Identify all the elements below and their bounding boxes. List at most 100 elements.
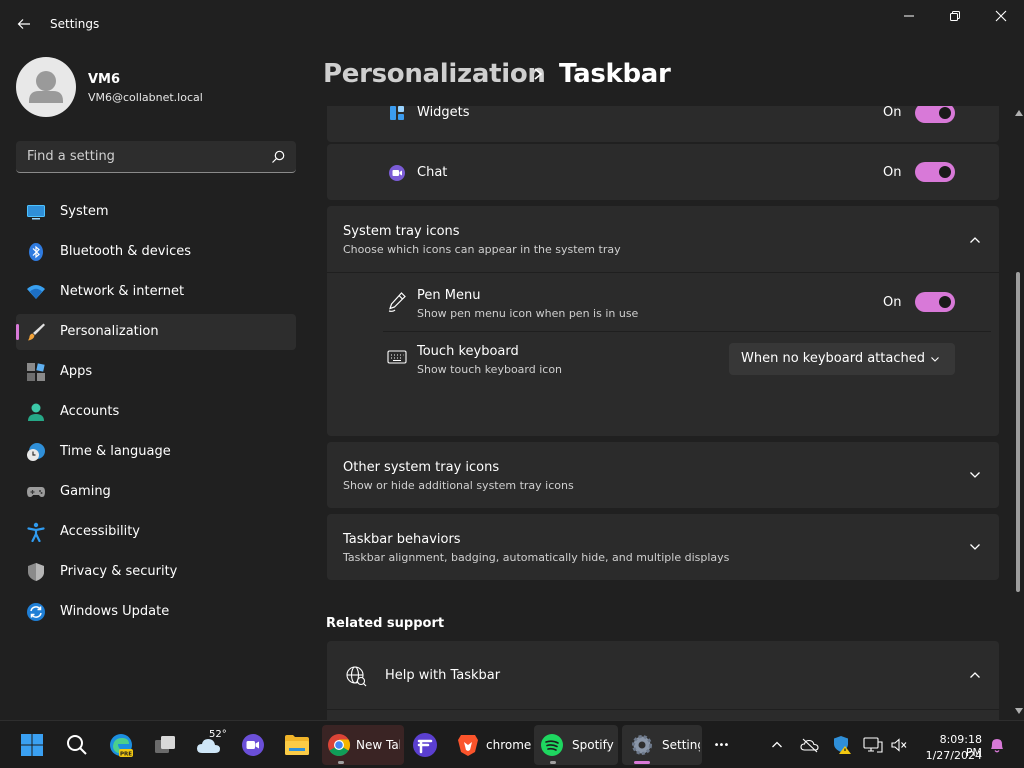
search-icon[interactable] xyxy=(270,149,286,165)
system-tray-header[interactable]: System tray icons Choose which icons can… xyxy=(327,206,999,272)
taskbar-clock[interactable]: 8:09:18 PM 1/27/2024 xyxy=(918,725,984,765)
sidebar-item-label: Windows Update xyxy=(60,604,170,619)
running-indicator xyxy=(634,761,650,764)
edge-icon: PRE xyxy=(110,734,133,758)
chat-taskbar-button[interactable] xyxy=(238,730,268,760)
restore-button[interactable] xyxy=(932,4,978,28)
taskbar-app-label: Spotify xyxy=(572,738,614,752)
touch-keyboard-dropdown[interactable]: When no keyboard attached xyxy=(729,343,955,375)
file-explorer-button[interactable] xyxy=(282,730,312,760)
chat-toggle[interactable] xyxy=(915,162,955,182)
task-view-button[interactable] xyxy=(150,730,180,760)
scroll-up-arrow-icon[interactable] xyxy=(1015,110,1023,116)
widgets-toggle[interactable] xyxy=(915,106,955,123)
taskbar-app-f-launcher[interactable] xyxy=(410,730,440,760)
app-title: Settings xyxy=(50,17,100,31)
tray-onedrive[interactable] xyxy=(795,730,825,760)
chrome-icon xyxy=(328,734,350,756)
touch-keyboard-subtitle: Show touch keyboard icon xyxy=(417,363,563,376)
chevron-down-icon xyxy=(931,357,939,362)
teams-chat-icon xyxy=(242,734,264,756)
taskbar-app-label: Settings xyxy=(662,738,700,752)
sidebar-item-bluetooth[interactable]: Bluetooth & devices xyxy=(16,234,296,270)
taskbar-search-button[interactable] xyxy=(62,730,92,760)
spotify-icon xyxy=(541,734,563,756)
taskbar-app-chrome[interactable]: chrome xyxy=(452,725,534,765)
tray-security[interactable] xyxy=(827,730,857,760)
start-button[interactable] xyxy=(17,730,47,760)
shield-warning-icon xyxy=(834,736,851,754)
edge-preview-button[interactable]: PRE xyxy=(106,730,136,760)
more-dots-icon: ••• xyxy=(713,739,730,751)
sidebar-item-network[interactable]: Network & internet xyxy=(16,274,296,310)
taskbar-overflow-button[interactable]: ••• xyxy=(706,730,736,760)
other-tray-subtitle: Show or hide additional system tray icon… xyxy=(343,479,574,492)
help-with-taskbar-section: Help with Taskbar xyxy=(327,641,999,720)
sidebar-item-accessibility[interactable]: Accessibility xyxy=(16,514,296,550)
svg-text:PRE: PRE xyxy=(120,752,132,758)
pen-menu-toggle[interactable] xyxy=(915,292,955,312)
sidebar-item-windows-update[interactable]: Windows Update xyxy=(16,594,296,630)
accessibility-icon xyxy=(27,522,45,542)
restore-icon xyxy=(950,11,960,21)
gamepad-icon xyxy=(27,487,45,497)
sidebar-item-label: Gaming xyxy=(60,484,111,499)
sidebar-item-label: Bluetooth & devices xyxy=(60,244,191,259)
pen-menu-subtitle: Show pen menu icon when pen is in use xyxy=(417,307,639,320)
page-title: Taskbar xyxy=(559,59,671,89)
sidebar-item-accounts[interactable]: Accounts xyxy=(16,394,296,430)
sidebar-item-gaming[interactable]: Gaming xyxy=(16,474,296,510)
widgets-label: Widgets xyxy=(417,106,470,120)
brush-icon xyxy=(28,323,45,341)
avatar[interactable] xyxy=(16,57,76,117)
sidebar-item-label: Network & internet xyxy=(60,284,185,299)
sidebar-item-time-language[interactable]: Time & language xyxy=(16,434,296,470)
system-tray-title: System tray icons xyxy=(343,224,460,239)
taskbar-app-label: New Tab xyxy=(356,738,400,752)
content-scrollbar[interactable] xyxy=(1012,106,1024,720)
taskbar-app-spotify[interactable]: Spotify xyxy=(534,725,618,765)
related-support-heading: Related support xyxy=(326,616,445,631)
back-button[interactable] xyxy=(12,12,36,36)
clock-globe-icon xyxy=(27,443,45,461)
other-tray-section[interactable]: Other system tray icons Show or hide add… xyxy=(327,442,999,508)
sidebar-item-personalization[interactable]: Personalization xyxy=(16,314,296,350)
scroll-thumb[interactable] xyxy=(1016,272,1020,592)
taskbar-app-settings[interactable]: Settings xyxy=(622,725,702,765)
scroll-down-arrow-icon[interactable] xyxy=(1015,708,1023,714)
clock-date: 1/27/2024 xyxy=(925,749,982,762)
notification-bell-button[interactable] xyxy=(982,730,1012,760)
sidebar-item-apps[interactable]: Apps xyxy=(16,354,296,390)
sidebar-item-label: Time & language xyxy=(60,444,171,459)
widgets-state: On xyxy=(883,106,902,120)
behaviors-title: Taskbar behaviors xyxy=(343,532,461,547)
breadcrumb-parent[interactable]: Personalization xyxy=(323,59,546,89)
touch-keyboard-title: Touch keyboard xyxy=(417,344,519,359)
chevron-right-icon xyxy=(534,68,543,80)
windows-taskbar: PRE 52° New Tab chrome xyxy=(0,720,1024,768)
speaker-muted-icon xyxy=(891,738,907,752)
tray-show-hidden-button[interactable] xyxy=(762,730,792,760)
back-arrow-icon xyxy=(17,19,30,29)
chat-icon xyxy=(389,165,405,181)
help-title: Help with Taskbar xyxy=(385,668,501,683)
taskbar-app-new-tab[interactable]: New Tab xyxy=(322,725,404,765)
help-header[interactable]: Help with Taskbar xyxy=(327,641,999,709)
taskbar-behaviors-section[interactable]: Taskbar behaviors Taskbar alignment, bad… xyxy=(327,514,999,580)
tray-volume[interactable] xyxy=(884,730,914,760)
search-input[interactable] xyxy=(16,141,266,172)
close-button[interactable] xyxy=(978,4,1024,28)
monitor-network-icon xyxy=(863,737,883,753)
toggle-knob xyxy=(939,107,951,119)
app-launcher-icon xyxy=(413,733,437,757)
sidebar-item-system[interactable]: System xyxy=(16,194,296,230)
pen-menu-row: Pen Menu Show pen menu icon when pen is … xyxy=(327,273,999,331)
sidebar-item-privacy[interactable]: Privacy & security xyxy=(16,554,296,590)
minimize-button[interactable] xyxy=(886,4,932,28)
sidebar-nav: System Bluetooth & devices Network & int… xyxy=(16,194,296,634)
title-bar: Settings xyxy=(0,0,1024,48)
chevron-down-icon xyxy=(970,472,980,478)
settings-window: Settings VM6 VM6@collabnet.local System xyxy=(0,0,1024,768)
system-tray-section: System tray icons Choose which icons can… xyxy=(327,206,999,436)
folder-icon xyxy=(285,735,309,755)
